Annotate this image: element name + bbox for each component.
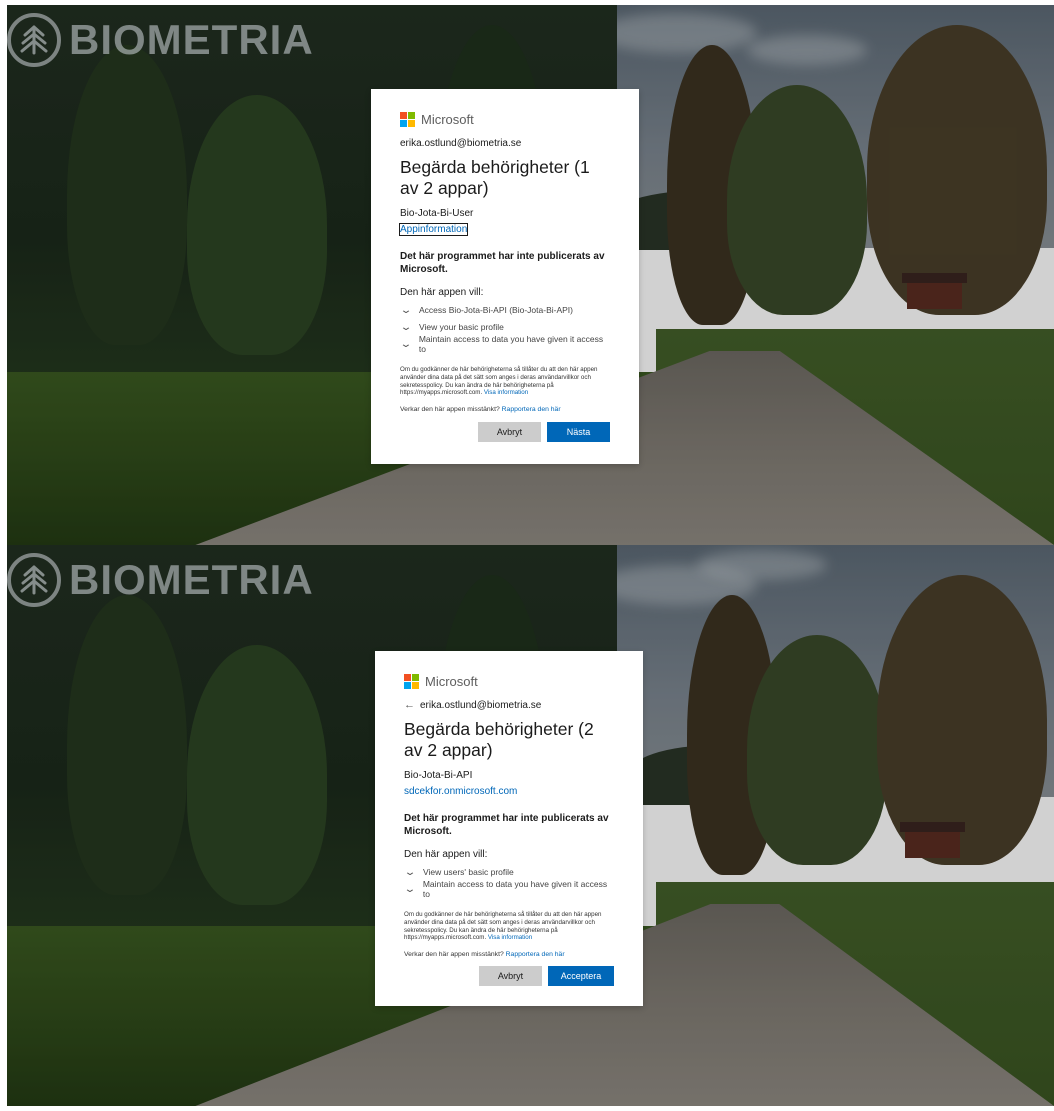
consent-info-text: Om du godkänner de här behörigheterna så… xyxy=(404,911,602,942)
wants-label: Den här appen vill: xyxy=(400,287,484,298)
app-info-link[interactable]: Appinformation xyxy=(398,223,469,236)
arrow-left-icon[interactable]: ← xyxy=(404,700,415,711)
microsoft-header: Microsoft xyxy=(400,111,610,127)
chevron-down-icon: ⌄ xyxy=(403,866,417,878)
report-app-link[interactable]: Rapportera den här xyxy=(506,951,565,958)
biometria-tree-icon xyxy=(7,553,61,607)
permission-dialog: Microsoft erika.ostlund@biometria.se Beg… xyxy=(371,89,639,464)
app-name: Bio-Jota-Bi-API xyxy=(404,770,473,781)
dialog-title: Begärda behörigheter (2 av 2 appar) xyxy=(404,719,594,760)
screenshot-consent-step-1: BIOMETRIA Microsoft erika.ostlund@biomet… xyxy=(7,5,1054,545)
unpublished-warning: Det här programmet har inte publicerats … xyxy=(400,251,605,275)
logo-text: BIOMETRIA xyxy=(69,16,314,63)
show-info-link[interactable]: Visa information xyxy=(488,934,532,941)
chevron-down-icon: ⌄ xyxy=(399,338,413,350)
microsoft-logo-icon xyxy=(400,111,415,127)
permission-item[interactable]: ⌄ Access Bio-Jota-Bi-API (Bio-Jota-Bi-AP… xyxy=(399,304,610,316)
chevron-down-icon: ⌄ xyxy=(399,321,413,333)
chevron-down-icon: ⌄ xyxy=(403,883,417,895)
dialog-buttons: Avbryt Acceptera xyxy=(479,966,614,986)
screenshot-consent-step-2: BIOMETRIA Microsoft ← erika.ostlund@biom… xyxy=(7,545,1054,1106)
chevron-down-icon: ⌄ xyxy=(399,304,413,316)
microsoft-logo-icon xyxy=(404,673,419,689)
cancel-button[interactable]: Avbryt xyxy=(478,422,541,442)
account-email: erika.ostlund@biometria.se xyxy=(400,138,522,149)
app-name: Bio-Jota-Bi-User xyxy=(400,208,474,219)
permission-item[interactable]: ⌄ Maintain access to data you have given… xyxy=(399,334,610,354)
unpublished-warning: Det här programmet har inte publicerats … xyxy=(404,813,609,837)
provider-name: Microsoft xyxy=(421,111,474,127)
suspicious-app-text: Verkar den här appen misstänkt? Rapporte… xyxy=(400,406,561,414)
microsoft-header: Microsoft xyxy=(404,673,614,689)
biometria-logo: BIOMETRIA xyxy=(7,13,314,67)
report-app-link[interactable]: Rapportera den här xyxy=(502,406,561,413)
permission-item[interactable]: ⌄ View your basic profile xyxy=(399,321,610,333)
cancel-button[interactable]: Avbryt xyxy=(479,966,542,986)
account-email: ← erika.ostlund@biometria.se xyxy=(404,699,542,712)
publisher-domain-link[interactable]: sdcekfor.onmicrosoft.com xyxy=(404,786,517,797)
accept-button[interactable]: Acceptera xyxy=(548,966,614,986)
suspicious-app-text: Verkar den här appen misstänkt? Rapporte… xyxy=(404,951,565,959)
biometria-tree-icon xyxy=(7,13,61,67)
next-button[interactable]: Nästa xyxy=(547,422,610,442)
permission-item[interactable]: ⌄ Maintain access to data you have given… xyxy=(403,879,614,899)
permission-item[interactable]: ⌄ View users' basic profile xyxy=(403,866,614,878)
provider-name: Microsoft xyxy=(425,673,478,689)
permission-dialog: Microsoft ← erika.ostlund@biometria.se B… xyxy=(375,651,643,1006)
show-info-link[interactable]: Visa information xyxy=(484,389,528,396)
biometria-logo: BIOMETRIA xyxy=(7,553,314,607)
dialog-title: Begärda behörigheter (1 av 2 appar) xyxy=(400,157,590,198)
consent-info-text: Om du godkänner de här behörigheterna så… xyxy=(400,366,598,397)
wants-label: Den här appen vill: xyxy=(404,849,488,860)
dialog-buttons: Avbryt Nästa xyxy=(478,422,610,442)
logo-text: BIOMETRIA xyxy=(69,556,314,603)
